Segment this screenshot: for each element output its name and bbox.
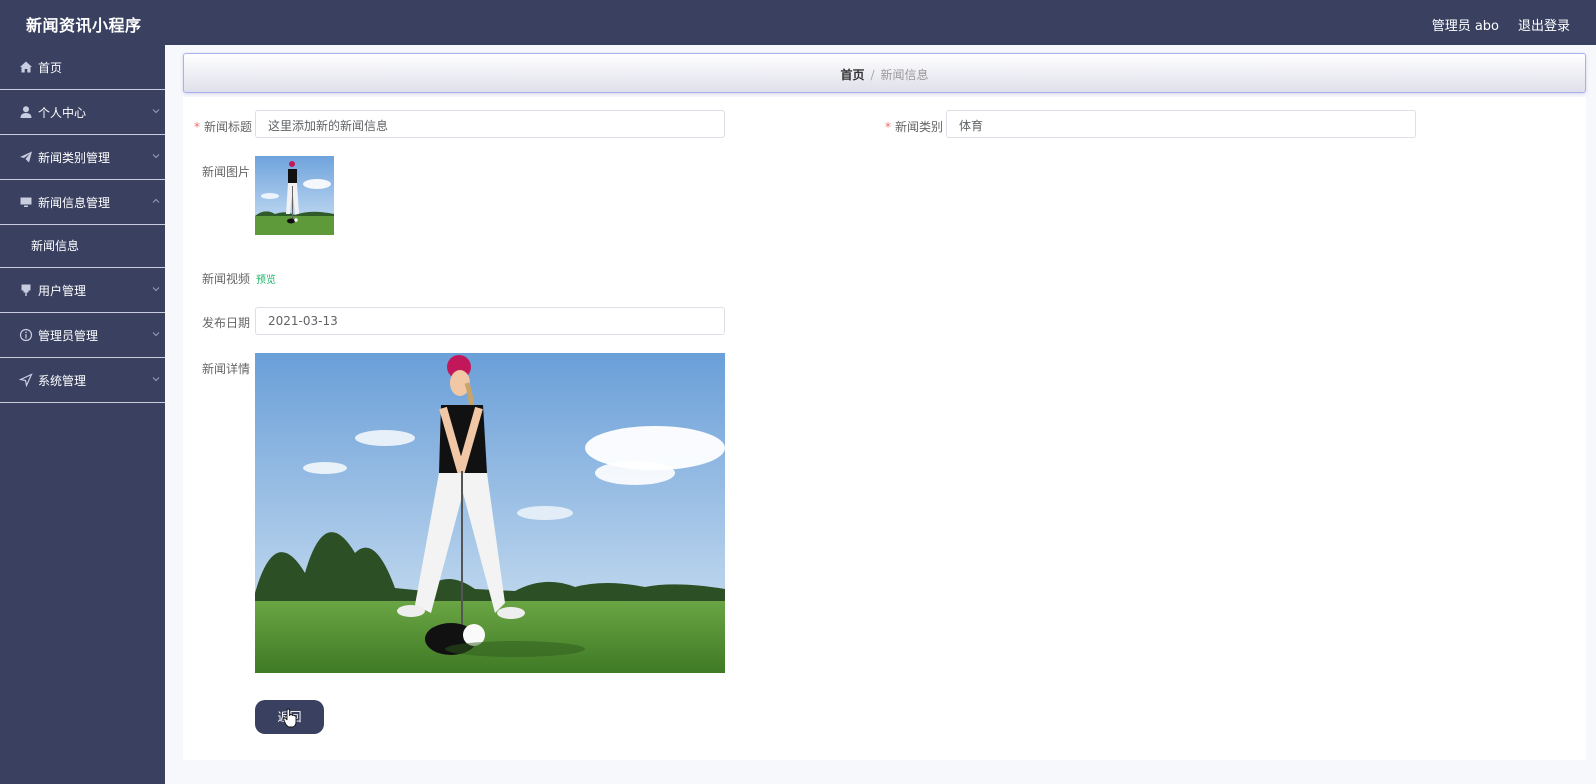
info-icon [19,328,33,342]
news-image-label: 新闻图片 [202,165,251,179]
golfer-thumbnail-image [255,156,334,235]
sidebar-item-admin-manage[interactable]: 管理员管理 [0,313,165,358]
sidebar-item-news-info-manage[interactable]: 新闻信息管理 [0,180,165,225]
sidebar-item-label: 系统管理 [38,374,87,388]
sidebar-item-label: 新闻信息管理 [38,196,111,210]
chevron-down-icon [152,109,160,114]
sidebar-subitem-news-info[interactable]: 新闻信息 [0,225,165,268]
app-title: 新闻资讯小程序 [26,16,142,35]
monitor-icon [20,197,32,207]
sidebar-item-system-manage[interactable]: 系统管理 [0,358,165,403]
news-detail-label: 新闻详情 [202,362,251,376]
home-icon [20,61,32,73]
chevron-down-icon [152,332,160,337]
news-category-label: * 新闻类别 [885,120,944,134]
logout-link[interactable]: 退出登录 [1518,15,1570,34]
breadcrumb-home[interactable]: 首页 [840,68,864,82]
sidebar-item-user-manage[interactable]: 用户管理 [0,268,165,313]
chevron-down-icon [152,377,160,382]
required-mark: * [885,120,891,134]
news-video-label: 新闻视频 [202,272,251,286]
news-title-label: * 新闻标题 [194,120,253,134]
hand-cursor-icon [283,708,297,728]
current-user-label: 管理员 abo [1431,19,1499,34]
navigation-icon [19,373,33,387]
sidebar-item-label: 管理员管理 [38,329,99,343]
news-title-field[interactable]: 这里添加新的新闻信息 [255,110,725,138]
breadcrumb: 首页 / 新闻信息 [183,53,1586,93]
chevron-up-icon [152,198,160,203]
sidebar-item-home[interactable]: 首页 [0,45,165,90]
sidebar-item-label: 用户管理 [38,284,87,298]
chevron-down-icon [152,154,160,159]
breadcrumb-separator: / [870,68,875,82]
sidebar-item-label: 首页 [38,61,63,75]
news-image-thumbnail[interactable] [255,156,334,235]
pin-icon [21,284,31,296]
sidebar-item-label: 个人中心 [38,106,87,120]
news-detail-image [255,353,725,673]
paper-plane-icon [20,151,32,163]
sidebar-item-profile[interactable]: 个人中心 [0,90,165,135]
required-mark: * [194,120,200,134]
sidebar-subitem-label: 新闻信息 [31,239,80,253]
sidebar-item-news-category[interactable]: 新闻类别管理 [0,135,165,180]
publish-date-field[interactable]: 2021-03-13 [255,307,725,335]
video-preview-link[interactable]: 预览 [256,271,276,286]
news-category-field[interactable]: 体育 [946,110,1416,138]
top-header: 新闻资讯小程序 管理员 abo 退出登录 [0,0,1596,45]
chevron-down-icon [152,287,160,292]
sidebar: 首页 个人中心 新闻类别管理 新闻信息管理 新闻信息 用户管理 管理员管理 系统… [0,45,165,784]
publish-date-label: 发布日期 [202,316,251,330]
breadcrumb-current: 新闻信息 [880,68,929,82]
sidebar-item-label: 新闻类别管理 [38,151,111,165]
golfer-detail-image [255,353,725,673]
user-icon [20,106,32,118]
